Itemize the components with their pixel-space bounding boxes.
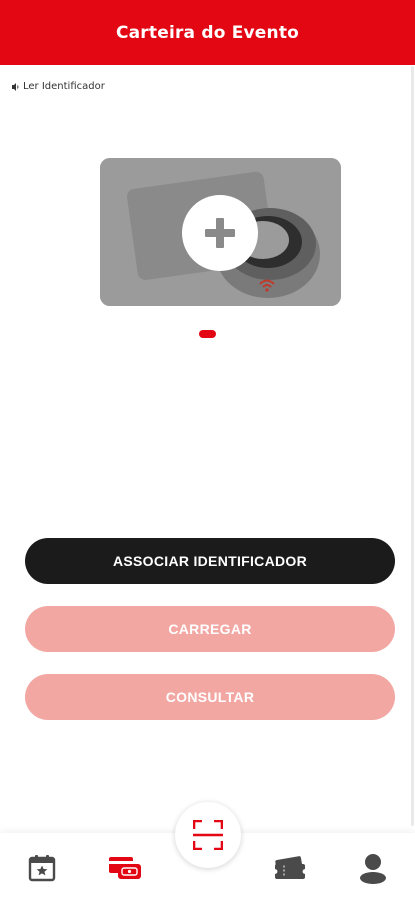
calendar-star-icon (28, 855, 56, 882)
qr-scan-icon (193, 820, 223, 850)
wallet-icon (109, 857, 141, 879)
user-icon (360, 854, 386, 884)
associate-identifier-button[interactable]: ASSOCIAR IDENTIFICADOR (25, 538, 395, 584)
app-header: Carteira do Evento (0, 0, 415, 65)
nav-wallet[interactable] (108, 851, 142, 885)
page-title: Carteira do Evento (115, 22, 300, 43)
identifier-card[interactable] (100, 158, 341, 306)
nfc-icon (12, 82, 19, 91)
check-button[interactable]: CONSULTAR (25, 674, 395, 720)
scan-button[interactable] (175, 802, 241, 868)
read-identifier-label: Ler Identificador (23, 81, 105, 92)
nav-events[interactable] (25, 851, 59, 885)
nav-profile[interactable] (356, 851, 390, 885)
nav-tickets[interactable] (273, 851, 307, 885)
tickets-icon (273, 856, 307, 879)
read-identifier-link[interactable]: Ler Identificador (10, 81, 105, 92)
load-button[interactable]: CARREGAR (25, 606, 395, 652)
pager-indicator (199, 330, 216, 338)
add-identifier-illustration (100, 158, 341, 306)
scroll-indicator (411, 66, 414, 826)
